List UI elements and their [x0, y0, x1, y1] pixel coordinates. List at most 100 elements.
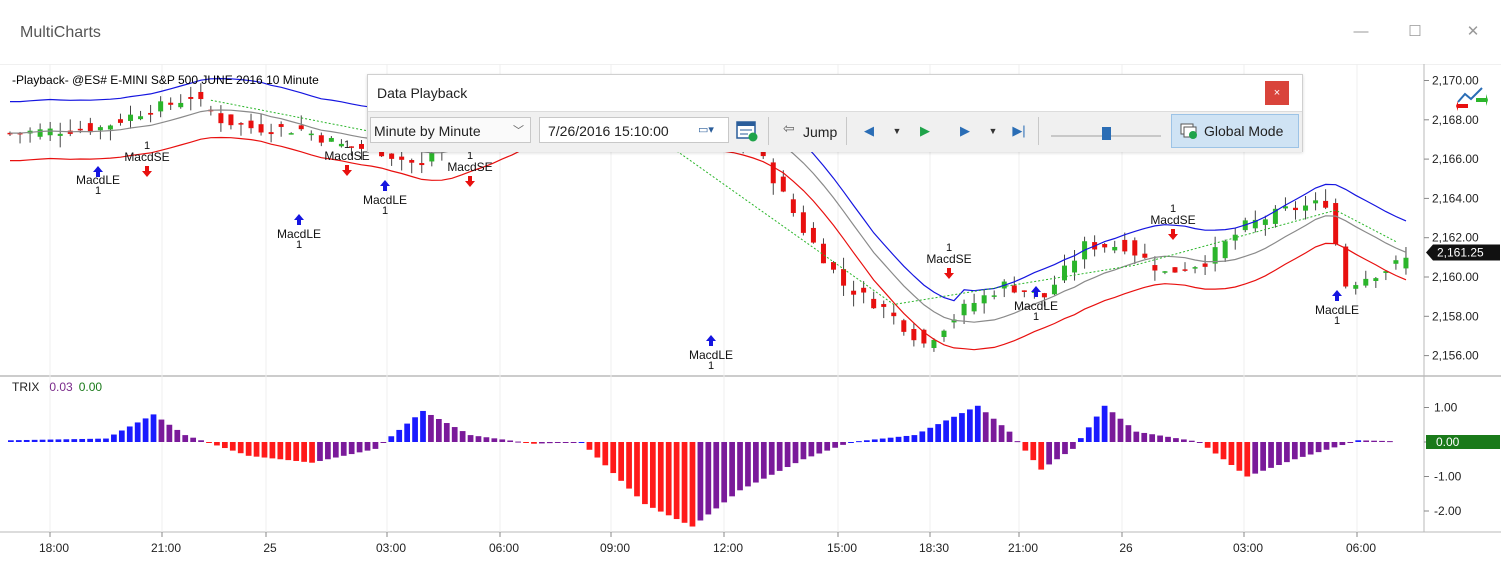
- trix-bar: [1093, 416, 1100, 442]
- candle-body: [168, 102, 174, 105]
- data-playback-dialog[interactable]: Data Playback × Minute by Minute ﹀ 7/26/…: [367, 74, 1303, 152]
- candle-body: [1292, 207, 1298, 211]
- trix-bar: [95, 438, 101, 442]
- step-back-icon[interactable]: ◀: [860, 121, 878, 141]
- trix-bar: [1022, 442, 1029, 451]
- signal-qty: 1: [296, 239, 302, 251]
- global-mode-label: Global Mode: [1204, 123, 1284, 139]
- step-back-dropdown-icon[interactable]: ▼: [888, 121, 906, 141]
- short-entry-arrow-icon: [1168, 229, 1178, 240]
- trix-bar: [697, 442, 704, 521]
- candle-body: [1041, 293, 1047, 298]
- go-to-end-icon[interactable]: ▶|: [1010, 121, 1028, 141]
- trix-bar: [1379, 440, 1385, 442]
- playback-toolbar: Minute by Minute ﹀ 7/26/2016 15:10:00 ▭▾…: [368, 111, 1302, 152]
- trix-axis-label: -1.00: [1434, 470, 1462, 484]
- candle-body: [409, 160, 415, 163]
- signal-qty: 1: [382, 205, 388, 217]
- playback-mode-select[interactable]: Minute by Minute ﹀: [370, 117, 531, 143]
- trix-bar: [523, 442, 529, 443]
- candle-body: [278, 124, 284, 127]
- short-entry-arrow-icon: [142, 166, 152, 177]
- candle-body: [891, 312, 897, 317]
- trix-bar: [610, 442, 617, 474]
- candle-body: [971, 302, 977, 312]
- trix-bar: [816, 442, 823, 454]
- strategy-performance-icon[interactable]: [1456, 84, 1488, 112]
- time-axis-label: 25: [263, 541, 277, 555]
- trix-bar: [1133, 431, 1140, 442]
- title-bar: MultiCharts — ☐ ✕: [0, 0, 1501, 64]
- jump-button[interactable]: ⇦ Jump: [781, 118, 837, 146]
- trix-bar: [705, 442, 712, 515]
- signal-label: MacdSE: [1150, 213, 1195, 227]
- trix-bar: [325, 442, 331, 460]
- trix-bar: [657, 442, 664, 512]
- trix-bar: [808, 442, 815, 457]
- trix-bar: [491, 438, 498, 442]
- trix-current-label: 0.00: [1436, 435, 1460, 449]
- calendar-grid-icon[interactable]: [736, 120, 758, 142]
- global-mode-button[interactable]: Global Mode: [1171, 114, 1299, 148]
- trix-bar: [1188, 440, 1195, 442]
- trix-bar: [959, 413, 965, 442]
- minimize-button[interactable]: —: [1346, 22, 1376, 42]
- playback-speed-slider[interactable]: [1051, 120, 1161, 140]
- trix-bar: [689, 442, 696, 527]
- trix-bar: [1331, 442, 1338, 448]
- signal-label: MacdSE: [926, 252, 971, 266]
- playback-mode-value: Minute by Minute: [374, 123, 481, 139]
- trix-bar: [594, 442, 601, 458]
- candle-body: [1333, 203, 1339, 244]
- trix-bar: [649, 442, 656, 508]
- trix-bar: [340, 442, 347, 456]
- trix-bar: [1212, 442, 1219, 454]
- trix-bar: [174, 429, 181, 442]
- candle-body: [97, 127, 103, 131]
- trix-bar: [863, 440, 870, 442]
- trix-bar: [1363, 440, 1370, 442]
- trix-bar: [47, 439, 54, 442]
- trix-bar: [1157, 435, 1163, 442]
- trix-bar: [309, 442, 315, 463]
- candle-body: [87, 123, 93, 133]
- candle-body: [1343, 246, 1349, 287]
- calendar-dropdown-icon[interactable]: ▭▾: [698, 123, 724, 137]
- signal-label: MacdSE: [324, 149, 369, 163]
- trix-bar: [1252, 442, 1259, 474]
- candle-body: [1152, 265, 1158, 271]
- trix-bar: [293, 442, 300, 461]
- trix-bar: [673, 442, 680, 520]
- step-forward-dropdown-icon[interactable]: ▼: [984, 121, 1002, 141]
- maximize-button[interactable]: ☐: [1400, 22, 1430, 42]
- candle-body: [790, 199, 796, 213]
- candle-body: [1172, 267, 1178, 273]
- candle-body: [328, 137, 334, 142]
- trix-bar: [1173, 438, 1179, 442]
- trix-bar: [974, 405, 981, 442]
- candle-body: [218, 113, 224, 124]
- playback-datetime-field[interactable]: 7/26/2016 15:10:00 ▭▾: [539, 117, 729, 143]
- trix-bar: [982, 412, 989, 442]
- trix-bar: [1236, 442, 1243, 471]
- trix-bar: [951, 416, 957, 442]
- step-forward-icon[interactable]: ▶: [956, 121, 974, 141]
- trix-bar: [1070, 442, 1076, 449]
- trix-bar: [1077, 438, 1084, 442]
- candle-body: [780, 176, 786, 192]
- candle-body: [178, 102, 184, 108]
- close-button[interactable]: ✕: [1458, 22, 1488, 42]
- trix-bar: [8, 440, 14, 442]
- candle-body: [258, 124, 264, 133]
- trix-bar: [214, 442, 220, 446]
- candle-body: [288, 133, 294, 135]
- candle-body: [148, 112, 154, 115]
- candle-body: [318, 135, 324, 143]
- trix-bar: [467, 435, 474, 442]
- candle-body: [851, 290, 857, 295]
- candle-body: [1062, 265, 1067, 281]
- dialog-close-button[interactable]: ×: [1265, 81, 1289, 105]
- trix-bar: [111, 434, 117, 442]
- play-icon[interactable]: ▶: [916, 121, 934, 141]
- trix-bar: [1062, 442, 1068, 455]
